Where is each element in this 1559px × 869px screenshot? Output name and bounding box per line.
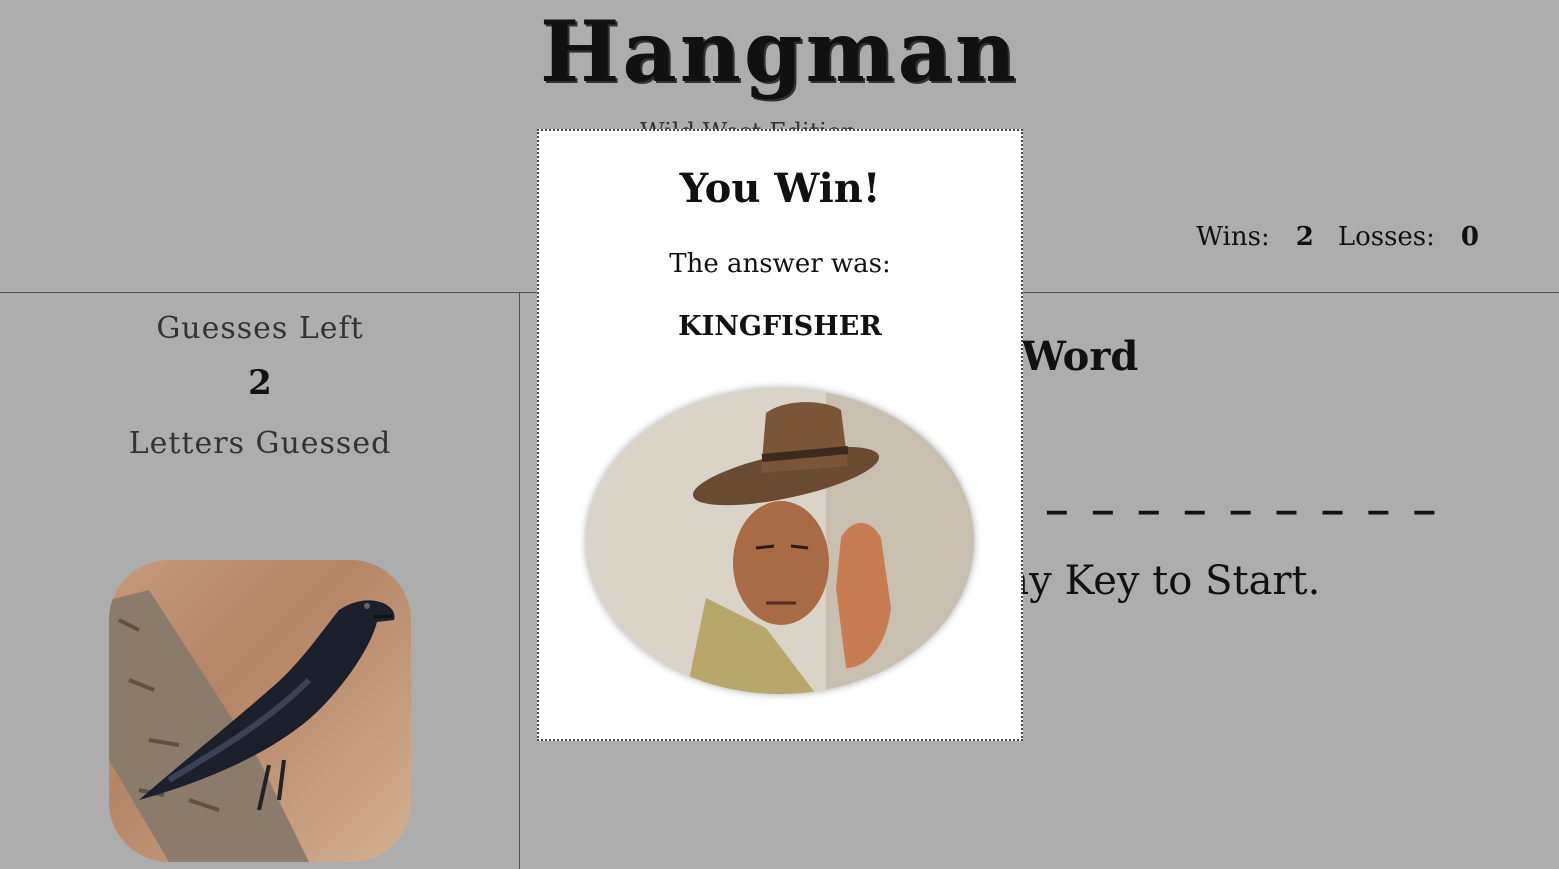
wins-label: Wins:: [1196, 222, 1270, 252]
modal-title: You Win!: [679, 165, 881, 212]
modal-subtitle: The answer was:: [669, 249, 891, 279]
word-blanks: _ _ _ _ _ _ _ _ _ _: [1001, 468, 1441, 515]
crow-image: [109, 560, 411, 862]
hangman-page: Hangman Wild West Edition Wins:2Losses:0…: [0, 0, 1559, 869]
cowboy-image: [586, 388, 974, 694]
losses-count: 0: [1460, 222, 1479, 252]
guesses-left-count: 2: [248, 363, 272, 403]
modal-answer: KINGFISHER: [678, 311, 882, 342]
wins-count: 2: [1295, 222, 1314, 252]
scoreboard: Wins: 2 Losses: 0: [1196, 222, 1479, 252]
letters-guessed-label: Letters Guessed: [128, 426, 392, 461]
losses-label: Losses:: [1337, 222, 1435, 252]
guesses-left-label: Guesses Left: [156, 311, 364, 346]
game-title: Hangman: [540, 2, 1019, 101]
win-modal[interactable]: You Win! The answer was: KINGFISHER: [537, 129, 1023, 741]
left-panel: Guesses Left 2 Letters Guessed: [0, 293, 520, 869]
